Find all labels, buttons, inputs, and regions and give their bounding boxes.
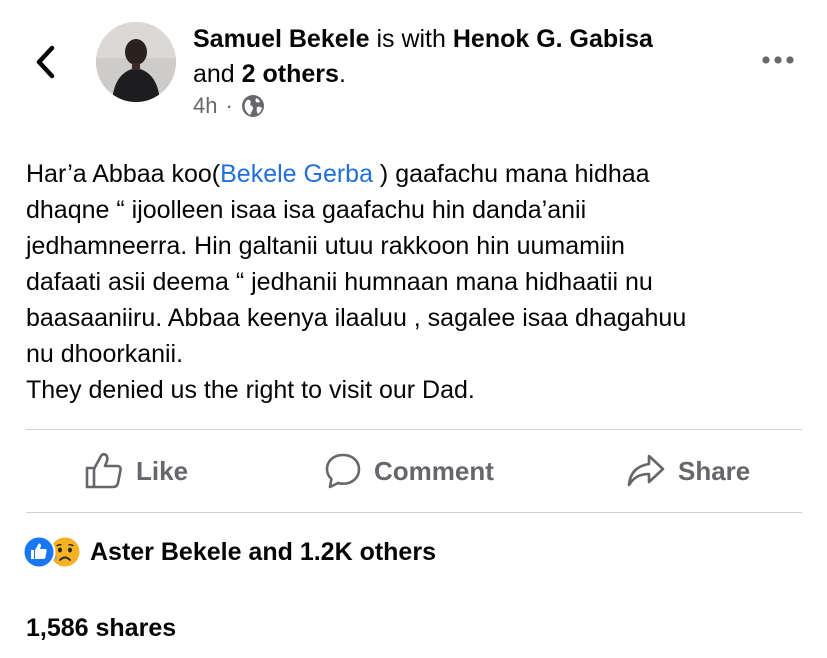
- post-meta: 4h ·: [193, 93, 265, 119]
- post-line-7: They denied us the right to visit our Da…: [26, 376, 475, 404]
- comment-label: Comment: [374, 455, 494, 486]
- globe-icon: [241, 95, 264, 117]
- like-icon: [85, 452, 122, 489]
- post-line-2: dhaqne “ ijoolleen isaa isa gaafachu hin…: [26, 196, 587, 224]
- is-with-text: is with: [376, 25, 446, 53]
- reactions-summary: Aster Bekele and 1.2K others: [90, 537, 436, 566]
- post-line-6: nu dhoorkanii.: [26, 340, 184, 368]
- mention-link[interactable]: Bekele Gerba: [220, 160, 373, 188]
- separator-dot: ·: [225, 93, 233, 118]
- reactions-row[interactable]: Aster Bekele and 1.2K others: [22, 532, 436, 572]
- more-options-button[interactable]: [758, 52, 798, 68]
- tagged-person[interactable]: Henok G. Gabisa: [453, 25, 653, 53]
- share-button[interactable]: Share: [626, 430, 750, 512]
- divider-bottom: [26, 512, 802, 513]
- and-text: and: [193, 60, 235, 88]
- timestamp[interactable]: 4h: [193, 93, 217, 119]
- shares-count[interactable]: 1,586 shares: [26, 614, 176, 643]
- like-label: Like: [136, 455, 189, 486]
- back-arrow-icon: [36, 45, 55, 79]
- share-icon: [627, 454, 665, 487]
- post-text: Har’a Abbaa koo(Bekele Gerba ) gaafachu …: [26, 156, 816, 408]
- author-name[interactable]: Samuel Bekele: [193, 25, 370, 53]
- avatar[interactable]: [96, 22, 176, 102]
- back-button[interactable]: [30, 40, 64, 84]
- period-text: .: [338, 60, 346, 88]
- comment-button[interactable]: Comment: [324, 430, 494, 512]
- post-line-3: jedhamneerra. Hin galtanii utuu rakkoon …: [26, 232, 625, 260]
- post-line-4: dafaati asii deema “ jedhanii humnaan ma…: [26, 268, 653, 296]
- others-link[interactable]: 2 others: [242, 60, 339, 88]
- post-header: Samuel Bekele is with Henok G. Gabisa an…: [193, 22, 753, 92]
- more-options-icon: [762, 56, 794, 64]
- share-label: Share: [678, 455, 751, 486]
- post-line-1: Har’a Abbaa koo(Bekele Gerba ) gaafachu …: [26, 156, 816, 192]
- post-line-1-end: ) gaafachu mana hidhaa: [372, 160, 650, 188]
- action-bar: Like Comment Share: [26, 430, 802, 512]
- like-reaction-icon: [22, 535, 56, 569]
- like-button[interactable]: Like: [84, 430, 188, 512]
- comment-icon: [325, 453, 361, 489]
- post-line-5: baasaaniiru. Abbaa keenya ilaaluu , saga…: [26, 304, 687, 332]
- post-line-1-start: Har’a Abbaa koo(: [26, 160, 221, 188]
